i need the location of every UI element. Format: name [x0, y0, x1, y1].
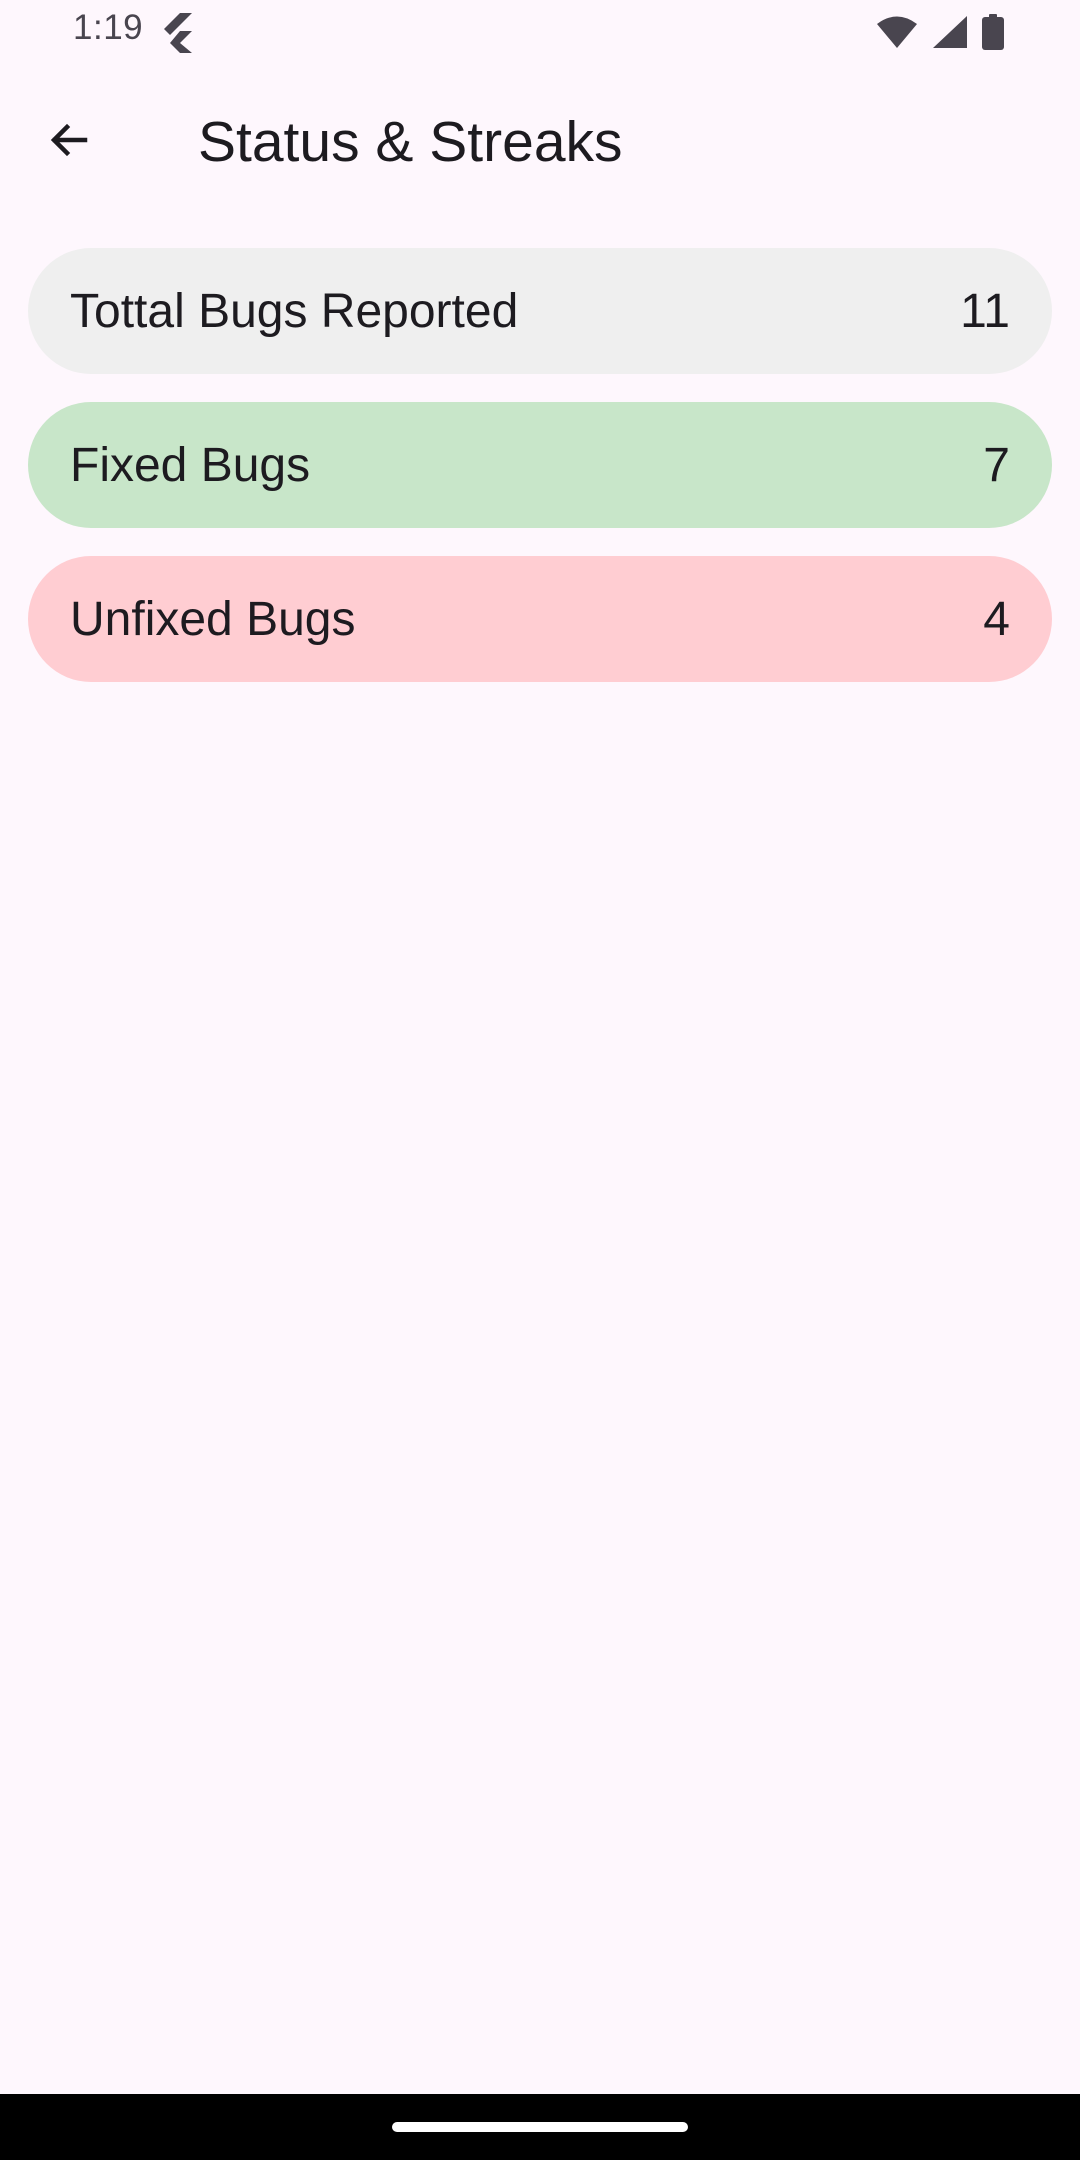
status-bar: 1:19 — [0, 0, 1080, 64]
stats-list: Tottal Bugs Reported 11 Fixed Bugs 7 Unf… — [28, 248, 1052, 710]
stat-label: Fixed Bugs — [70, 438, 311, 492]
arrow-back-icon — [45, 116, 93, 169]
status-icons — [876, 14, 1004, 55]
signal-icon — [932, 15, 968, 54]
page-title: Status & Streaks — [198, 110, 623, 174]
stat-value: 7 — [983, 438, 1010, 492]
stat-card-unfixed-bugs[interactable]: Unfixed Bugs 4 — [28, 556, 1052, 682]
home-gesture-handle[interactable] — [392, 2122, 688, 2132]
navigation-bar — [0, 2094, 1080, 2160]
stat-label: Tottal Bugs Reported — [70, 284, 519, 338]
wifi-icon — [876, 15, 918, 54]
back-button[interactable] — [33, 106, 105, 178]
battery-icon — [982, 14, 1004, 55]
app-bar: Status & Streaks — [0, 88, 1080, 196]
stat-value: 11 — [960, 284, 1010, 338]
flutter-icon — [158, 13, 194, 53]
stat-value: 4 — [983, 592, 1010, 646]
stat-card-total-bugs[interactable]: Tottal Bugs Reported 11 — [28, 248, 1052, 374]
stat-card-fixed-bugs[interactable]: Fixed Bugs 7 — [28, 402, 1052, 528]
status-time: 1:19 — [73, 8, 144, 47]
stat-label: Unfixed Bugs — [70, 592, 356, 646]
